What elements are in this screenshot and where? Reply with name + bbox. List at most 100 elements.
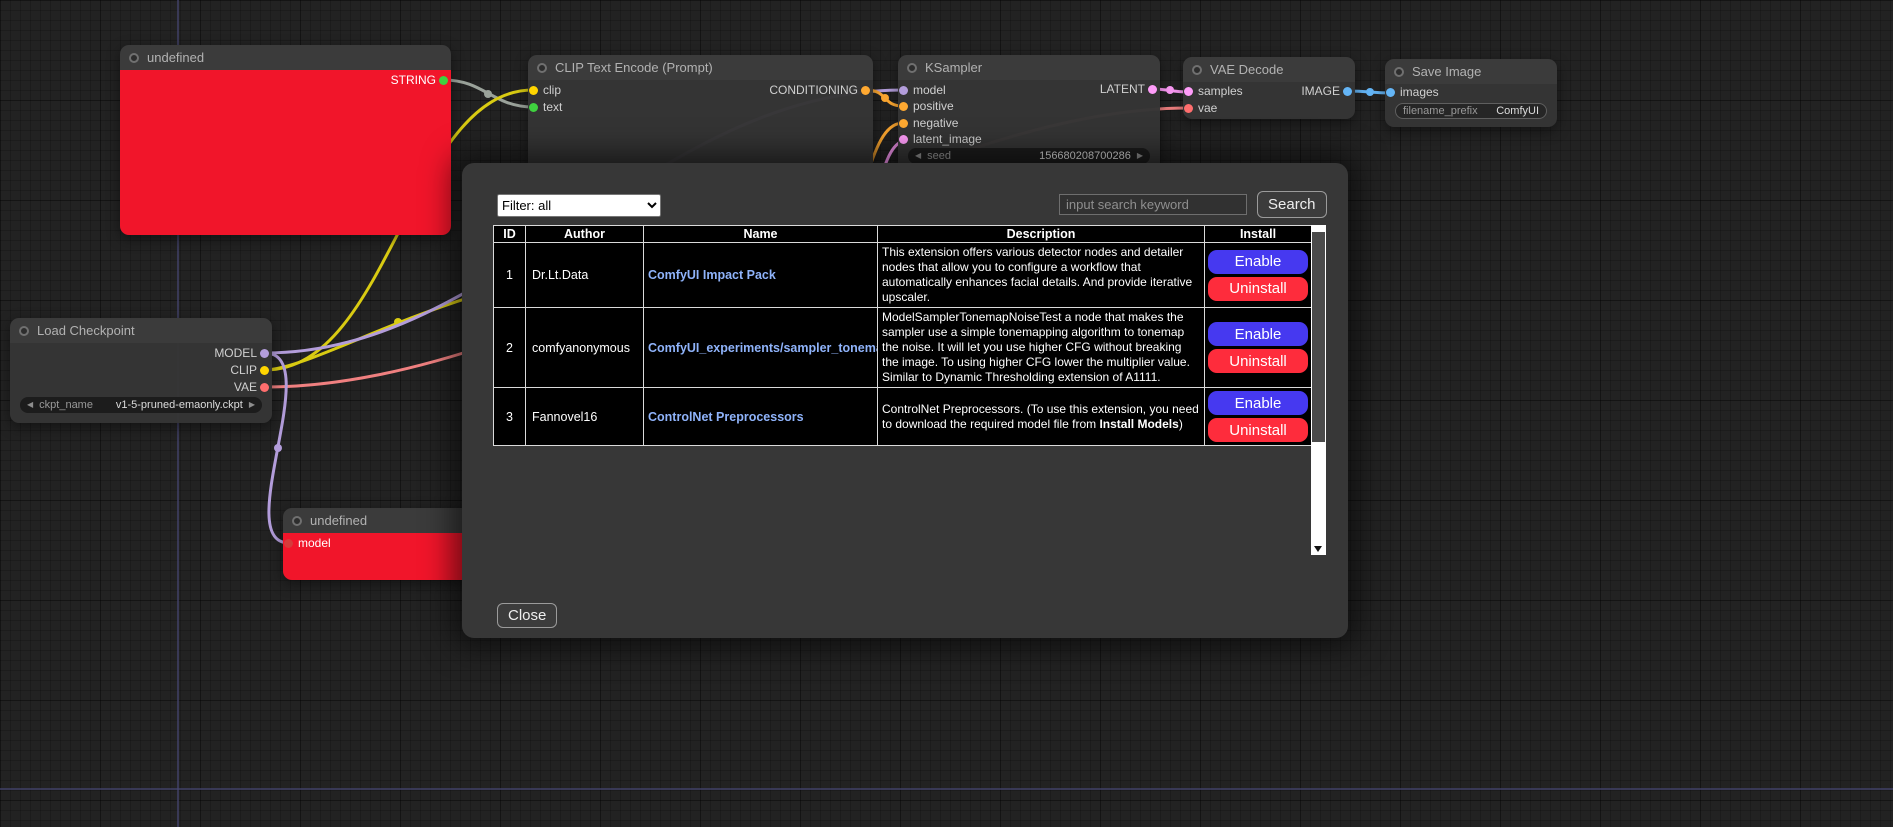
cell-name: ControlNet Preprocessors (644, 388, 878, 446)
search-input[interactable] (1059, 194, 1247, 215)
wire-dot-model (274, 444, 282, 452)
node-undefined-top[interactable]: undefined STRING (120, 45, 451, 235)
filename-prefix-widget[interactable]: filename_prefix ComfyUI (1395, 103, 1547, 119)
node-collapse-dot[interactable] (537, 63, 547, 73)
node-header[interactable]: KSampler (898, 55, 1160, 80)
search-button[interactable]: Search (1257, 191, 1327, 218)
header-description: Description (878, 226, 1205, 243)
node-collapse-dot[interactable] (292, 516, 302, 526)
widget-label: seed (927, 150, 951, 162)
cell-name: ComfyUI Impact Pack (644, 243, 878, 308)
next-icon[interactable]: ▶ (249, 401, 255, 409)
description-text: This extension offers various detector n… (882, 245, 1192, 304)
node-vae-decode[interactable]: VAE Decode samples vae IMAGE (1183, 57, 1355, 119)
close-button[interactable]: Close (497, 603, 557, 628)
input-slot-model: model (898, 82, 946, 98)
input-dot-model[interactable] (284, 539, 293, 548)
input-dot-model[interactable] (899, 86, 908, 95)
seed-widget[interactable]: ◀ seed 156680208700286 ▶ (908, 148, 1150, 164)
enable-button[interactable]: Enable (1208, 322, 1308, 346)
uninstall-button[interactable]: Uninstall (1208, 277, 1308, 301)
modal-scrollbar[interactable] (1311, 225, 1326, 555)
scrollbar-thumb[interactable] (1312, 232, 1325, 442)
cell-id: 3 (494, 388, 526, 446)
input-dot-text[interactable] (529, 103, 538, 112)
output-dot-model[interactable] (260, 349, 269, 358)
output-dot-image[interactable] (1343, 87, 1352, 96)
node-collapse-dot[interactable] (129, 53, 139, 63)
input-slot-text: text (528, 99, 562, 115)
enable-button[interactable]: Enable (1208, 391, 1308, 415)
wire-string-to-text (444, 80, 533, 107)
cell-id: 2 (494, 308, 526, 388)
node-title: undefined (147, 50, 204, 65)
output-dot-string[interactable] (439, 76, 448, 85)
node-load-checkpoint[interactable]: Load Checkpoint MODEL CLIP VAE ◀ ckpt_na… (10, 318, 272, 423)
previous-icon[interactable]: ◀ (27, 401, 33, 409)
input-dot-vae[interactable] (1184, 104, 1193, 113)
node-collapse-dot[interactable] (907, 63, 917, 73)
input-slot-clip: clip (528, 82, 561, 98)
widget-label: ckpt_name (39, 399, 93, 411)
node-save-image[interactable]: Save Image images filename_prefix ComfyU… (1385, 59, 1557, 127)
widget-value[interactable]: ComfyUI (1496, 105, 1539, 117)
cell-install: Enable Uninstall (1205, 243, 1312, 308)
output-dot-vae[interactable] (260, 383, 269, 392)
input-dot-samples[interactable] (1184, 87, 1193, 96)
filter-select[interactable]: Filter: all (497, 194, 661, 217)
increment-icon[interactable]: ▶ (1137, 152, 1143, 160)
node-header[interactable]: VAE Decode (1183, 57, 1355, 82)
cell-author: Dr.Lt.Data (526, 243, 644, 308)
input-dot-latent-image[interactable] (899, 135, 908, 144)
uninstall-button[interactable]: Uninstall (1208, 349, 1308, 373)
slot-label: MODEL (214, 346, 257, 360)
decrement-icon[interactable]: ◀ (915, 152, 921, 160)
output-slot-latent: LATENT (1100, 81, 1160, 97)
ckpt-name-widget[interactable]: ◀ ckpt_name v1-5-pruned-emaonly.ckpt ▶ (20, 397, 262, 413)
uninstall-button[interactable]: Uninstall (1208, 418, 1308, 442)
node-header[interactable]: undefined (120, 45, 451, 70)
slot-label: samples (1198, 84, 1243, 98)
output-slot-conditioning: CONDITIONING (769, 82, 873, 98)
table-row: 3 Fannovel16 ControlNet Preprocessors Co… (494, 388, 1312, 446)
node-collapse-dot[interactable] (1192, 65, 1202, 75)
cell-description: This extension offers various detector n… (878, 243, 1205, 308)
node-title: undefined (310, 513, 367, 528)
node-title: Load Checkpoint (37, 323, 135, 338)
table-header-row: ID Author Name Description Install (494, 226, 1312, 243)
slot-label: vae (1198, 101, 1217, 115)
enable-button[interactable]: Enable (1208, 250, 1308, 274)
table-row: 2 comfyanonymous ComfyUI_experiments/sam… (494, 308, 1312, 388)
node-collapse-dot[interactable] (1394, 67, 1404, 77)
input-dot-positive[interactable] (899, 102, 908, 111)
widget-label: filename_prefix (1403, 105, 1478, 117)
slot-label: IMAGE (1301, 84, 1340, 98)
output-slot-vae: VAE (234, 379, 272, 395)
header-install: Install (1205, 226, 1312, 243)
input-dot-clip[interactable] (529, 86, 538, 95)
extension-link[interactable]: ComfyUI Impact Pack (648, 268, 776, 282)
slot-label: CONDITIONING (769, 83, 858, 97)
canvas-axis-horizontal (0, 788, 1893, 790)
widget-value[interactable]: v1-5-pruned-emaonly.ckpt (116, 399, 243, 411)
widget-value[interactable]: 156680208700286 (1039, 150, 1131, 162)
extension-link[interactable]: ControlNet Preprocessors (648, 410, 804, 424)
cell-description: ControlNet Preprocessors. (To use this e… (878, 388, 1205, 446)
node-header[interactable]: Save Image (1385, 59, 1557, 84)
output-dot-clip[interactable] (260, 366, 269, 375)
extensions-table: ID Author Name Description Install 1 Dr.… (493, 225, 1312, 446)
input-slot-negative: negative (898, 115, 958, 131)
slot-label: CLIP (230, 363, 257, 377)
node-header[interactable]: CLIP Text Encode (Prompt) (528, 55, 873, 80)
wire-dot-string (484, 90, 492, 98)
output-dot-conditioning[interactable] (861, 86, 870, 95)
input-dot-negative[interactable] (899, 119, 908, 128)
input-dot-images[interactable] (1386, 88, 1395, 97)
input-slot-positive: positive (898, 98, 954, 114)
output-dot-latent[interactable] (1148, 85, 1157, 94)
scrollbar-down-icon[interactable] (1314, 546, 1322, 552)
slot-label: VAE (234, 380, 257, 394)
node-header[interactable]: Load Checkpoint (10, 318, 272, 343)
extension-link[interactable]: ComfyUI_experiments/sampler_tonemap (648, 341, 878, 355)
node-collapse-dot[interactable] (19, 326, 29, 336)
